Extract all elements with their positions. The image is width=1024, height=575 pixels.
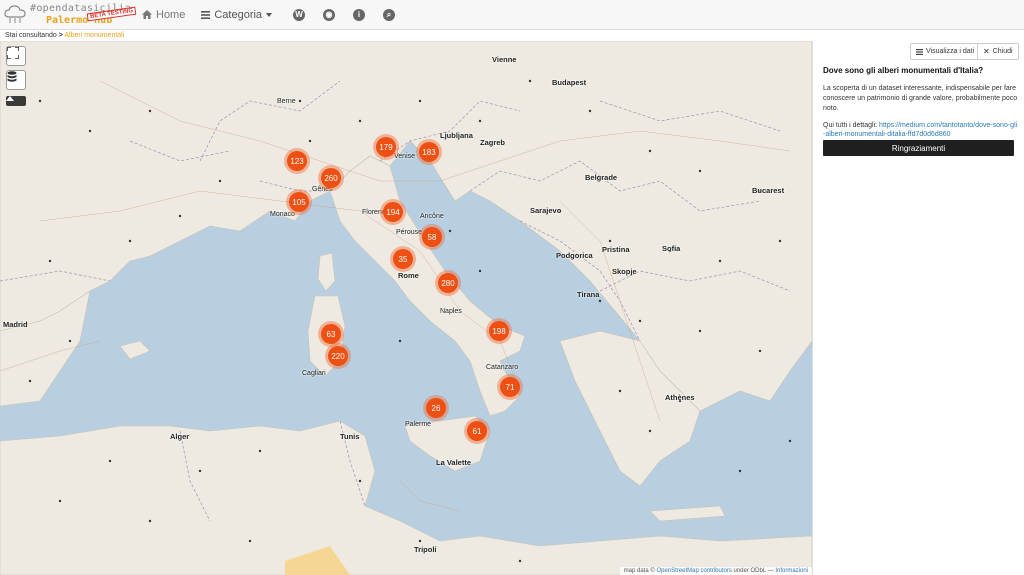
map-view[interactable]: Berne Monaco Venise Ljubljana Zagreb Bud… (0, 41, 812, 575)
cluster-marker[interactable]: 179 (376, 137, 396, 157)
cluster-marker[interactable]: 220 (328, 346, 348, 366)
list-icon (201, 10, 211, 19)
city-label: Ancône (420, 213, 444, 220)
city-label: Bucarest (752, 186, 785, 195)
city-label: Tripoli (414, 545, 437, 554)
city-label: Catanzaro (486, 364, 519, 371)
city-label: Madrid (3, 320, 28, 329)
info-link[interactable]: Informazioni (775, 568, 808, 574)
osm-link[interactable]: OpenStreetMap contributors (656, 568, 731, 574)
city-label: La Valette (436, 458, 472, 467)
nav-wordpress[interactable]: W (284, 0, 314, 30)
city-label: Venise (394, 153, 416, 160)
city-label: Palerme (405, 421, 432, 428)
nav-view[interactable]: ◉ (314, 0, 344, 30)
breadcrumb-current[interactable]: Alberi monumentali (64, 32, 124, 39)
search-icon: ⌕ (383, 8, 396, 21)
nav-home-label: Home (156, 8, 186, 21)
attribution-prefix: map data © (623, 568, 655, 574)
panel-title: Dove sono gli alberi monumentali d'Itali… (823, 66, 984, 75)
thanks-button[interactable]: Ringraziamenti (823, 140, 1014, 156)
cluster-marker[interactable]: 58 (422, 227, 442, 247)
panel-description: La scoperta di un dataset interessante, … (823, 85, 1018, 112)
cluster-marker[interactable]: 280 (438, 273, 458, 293)
cluster-marker[interactable]: 183 (419, 142, 439, 162)
caret-down-icon (266, 12, 273, 17)
city-label: Monaco (270, 211, 295, 218)
nav-home[interactable]: Home (134, 0, 193, 30)
city-label: Pérouse (396, 229, 423, 236)
cluster-marker[interactable]: 61 (467, 421, 487, 441)
cluster-marker[interactable]: 198 (489, 321, 509, 341)
city-label: Berne (277, 98, 296, 105)
city-label: Belgrade (585, 173, 618, 182)
city-label: Budapest (552, 78, 587, 87)
nav-category-label: Categoria (214, 8, 263, 21)
wordpress-icon: W (293, 8, 306, 21)
list-icon (916, 48, 923, 55)
city-label: Tunis (340, 432, 360, 441)
city-label: Sarajevo (530, 206, 562, 215)
details-prefix: Qui tutti i dettagli: (823, 122, 878, 129)
breadcrumb-prefix: Stai consultando (5, 32, 57, 39)
city-label: Rome (398, 271, 419, 280)
nav-info[interactable]: i (344, 0, 374, 30)
city-label: Naples (440, 308, 462, 315)
city-label: Vienne (492, 55, 517, 64)
cluster-marker[interactable]: 63 (321, 324, 341, 344)
view-data-button[interactable]: Visualizza i dati (910, 43, 981, 60)
info-icon: i (353, 8, 366, 21)
city-label: Zagreb (480, 138, 506, 147)
database-icon (7, 71, 17, 82)
top-navbar: #opendatasicilia Palermo Hub BETA TESTIN… (0, 0, 1024, 30)
city-label: Alger (170, 432, 190, 441)
map-basemap (0, 41, 812, 575)
cluster-marker[interactable]: 194 (383, 202, 403, 222)
breadcrumb-separator-icon: > (58, 32, 63, 39)
home-icon (142, 10, 152, 19)
close-icon: ✕ (983, 47, 990, 56)
view-data-label: Visualizza i dati (926, 48, 975, 55)
city-label: Athènes (665, 393, 695, 402)
map-attribution: map data © OpenStreetMap contributors un… (619, 567, 812, 575)
breadcrumb: Stai consultando > Alberi monumentali (0, 30, 812, 41)
nav-search[interactable]: ⌕ (374, 0, 404, 30)
city-label: Pristina (602, 245, 630, 254)
close-button[interactable]: ✕ Chiudi (977, 43, 1019, 60)
fullscreen-icon (7, 47, 19, 59)
city-label: Sofia (662, 244, 681, 253)
cluster-marker[interactable]: 35 (393, 249, 413, 269)
cluster-marker[interactable]: 105 (289, 192, 309, 212)
info-panel: Visualizza i dati ✕ Chiudi Dove sono gli… (812, 41, 1024, 575)
cloud-icon (4, 4, 26, 23)
city-label: Ljubljana (440, 131, 473, 140)
eye-icon: ◉ (323, 8, 336, 21)
city-label: Cagliari (302, 370, 326, 377)
cluster-marker[interactable]: 71 (500, 377, 520, 397)
triangle-up-icon (6, 96, 14, 101)
attribution-license: under ODbL — (733, 568, 774, 574)
city-label: Skopje (612, 267, 637, 276)
cluster-marker[interactable]: 26 (426, 398, 446, 418)
cluster-marker[interactable]: 260 (321, 168, 341, 188)
nav-category-dropdown[interactable]: Categoria (193, 0, 280, 30)
collapse-button[interactable] (6, 96, 26, 106)
city-label: Podgorica (556, 251, 593, 260)
city-label: Tirana (577, 290, 600, 299)
close-label: Chiudi (992, 48, 1013, 55)
site-logo[interactable]: #opendatasicilia Palermo Hub BETA TESTIN… (0, 0, 137, 30)
fullscreen-button[interactable] (6, 46, 26, 66)
cluster-marker[interactable]: 123 (287, 151, 307, 171)
layers-button[interactable] (6, 70, 26, 90)
panel-details: Qui tutti i dettagli: https://medium.com… (823, 121, 1018, 139)
